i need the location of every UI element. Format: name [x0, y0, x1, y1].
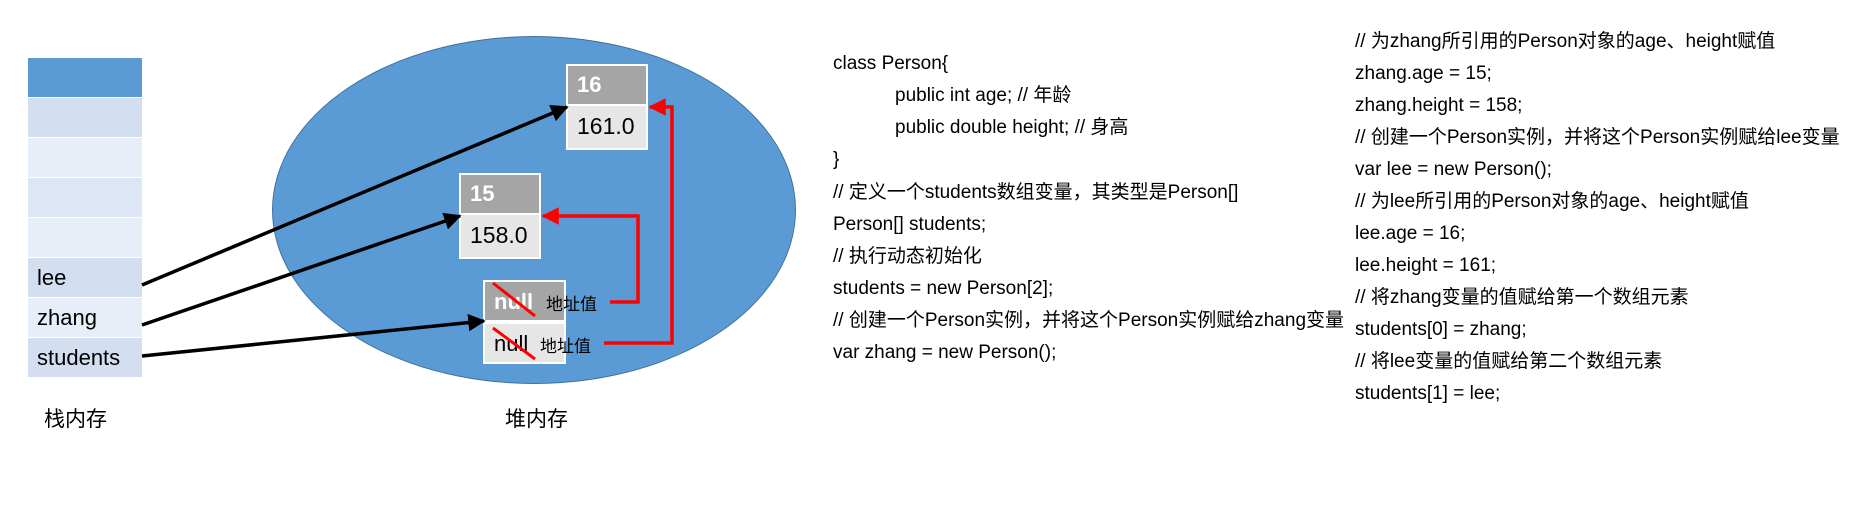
lee-reference-arrow: [141, 105, 569, 287]
null-strike-mark: [492, 326, 536, 361]
code-line: zhang.height = 158;: [1355, 95, 1523, 116]
code-line: var lee = new Person();: [1355, 159, 1552, 180]
code-line: students[1] = lee;: [1355, 383, 1501, 404]
code-line: zhang.age = 15;: [1355, 63, 1492, 84]
null-strike-mark: [492, 281, 536, 318]
code-line: Person[] students;: [833, 214, 987, 235]
code-line: }: [833, 149, 840, 170]
code-comment: // 为zhang所引用的Person对象的age、height赋值: [1355, 31, 1776, 52]
students-reference-arrow: [141, 313, 486, 358]
code-line: public double height; // 身高: [895, 117, 1129, 138]
code-comment: // 执行动态初始化: [833, 246, 982, 267]
code-line: students[0] = zhang;: [1355, 319, 1527, 340]
code-comment: // 为lee所引用的Person对象的age、height赋值: [1355, 191, 1749, 212]
code-comment: // 将lee变量的值赋给第二个数组元素: [1355, 351, 1663, 372]
array-element-0-arrow: [541, 207, 640, 304]
code-comment: // 创建一个Person实例，并将这个Person实例赋给lee变量: [1355, 127, 1840, 148]
code-line: lee.age = 16;: [1355, 223, 1466, 244]
code-line: class Person{: [833, 53, 949, 74]
code-comment: // 将zhang变量的值赋给第一个数组元素: [1355, 287, 1689, 308]
code-line: var zhang = new Person();: [833, 342, 1057, 363]
code-comment: // 创建一个Person实例，并将这个Person实例赋给zhang变量: [833, 310, 1345, 331]
zhang-reference-arrow: [141, 212, 462, 327]
code-line: public int age; // 年龄: [895, 85, 1072, 106]
code-line: students = new Person[2];: [833, 278, 1054, 299]
code-comment: // 定义一个students数组变量，其类型是Person[]: [833, 182, 1239, 203]
code-line: lee.height = 161;: [1355, 255, 1497, 276]
